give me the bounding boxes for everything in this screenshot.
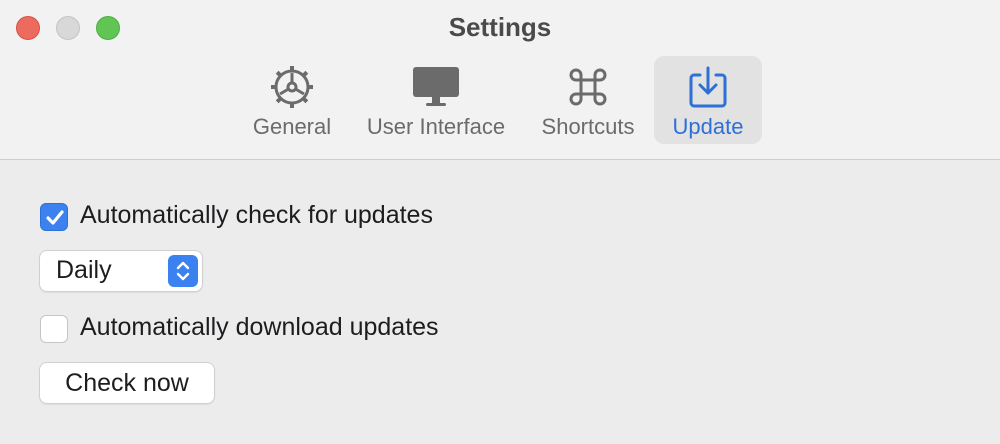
command-icon (567, 64, 609, 110)
auto-check-label[interactable]: Automatically check for updates (80, 201, 433, 230)
gear-icon (269, 64, 315, 110)
tab-shortcuts-label: Shortcuts (541, 114, 635, 139)
download-icon (688, 64, 728, 110)
update-frequency-value: Daily (56, 256, 112, 284)
tab-general[interactable]: General (242, 56, 342, 144)
popup-stepper[interactable] (168, 255, 198, 287)
check-now-button[interactable]: Check now (40, 363, 214, 403)
update-frequency-popup[interactable]: Daily (40, 251, 202, 291)
tab-shortcuts[interactable]: Shortcuts (532, 56, 644, 144)
tab-general-label: General (252, 114, 332, 139)
window-title: Settings (448, 12, 552, 42)
auto-download-label[interactable]: Automatically download updates (80, 313, 439, 342)
display-icon (411, 64, 461, 110)
auto-download-checkbox[interactable] (40, 315, 68, 343)
tab-user-interface[interactable]: User Interface (356, 56, 516, 144)
checkmark-icon (46, 210, 64, 225)
titlebar: Settings General User Interface Shortcut… (0, 0, 1000, 160)
tab-update[interactable]: Update (654, 56, 762, 144)
settings-window: Settings General User Interface Shortcut… (0, 0, 1000, 444)
auto-check-checkbox[interactable] (40, 203, 68, 231)
chevron-up-down-icon (176, 261, 190, 281)
tab-user-interface-label: User Interface (366, 114, 506, 139)
tab-update-label: Update (672, 114, 744, 139)
update-pane: Automatically check for updates Daily Au… (0, 161, 1000, 444)
